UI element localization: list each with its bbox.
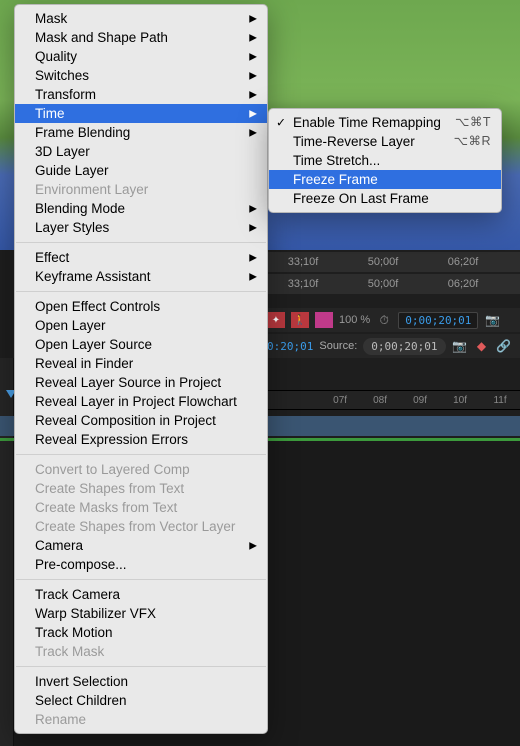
source-label: Source: [319, 340, 357, 352]
person-icon[interactable]: 🚶 [291, 312, 309, 328]
menu-guide-layer[interactable]: Guide Layer [15, 161, 267, 180]
menu-open-effect-controls[interactable]: Open Effect Controls [15, 297, 267, 316]
keyboard-shortcut: ⌥⌘T [455, 113, 491, 132]
submenu-time-stretch[interactable]: Time Stretch... [269, 151, 501, 170]
menu-blending-mode[interactable]: Blending Mode▶ [15, 199, 267, 218]
menu-effect[interactable]: Effect▶ [15, 248, 267, 267]
menu-reveal-in-finder[interactable]: Reveal in Finder [15, 354, 267, 373]
menu-open-layer-source[interactable]: Open Layer Source [15, 335, 267, 354]
menu-reveal-composition-in-project[interactable]: Reveal Composition in Project [15, 411, 267, 430]
menu-create-shapes-from-text: Create Shapes from Text [15, 479, 267, 498]
menu-time[interactable]: Time▶ [15, 104, 267, 123]
keyboard-shortcut: ⌥⌘R [454, 132, 491, 151]
submenu-arrow-icon: ▶ [249, 123, 257, 142]
submenu-freeze-on-last-frame[interactable]: Freeze On Last Frame [269, 189, 501, 208]
menu-mask-shape-path[interactable]: Mask and Shape Path▶ [15, 28, 267, 47]
frame-ruler[interactable]: 07f 08f 09f 10f 11f [263, 390, 520, 410]
menu-create-shapes-from-vector-layer: Create Shapes from Vector Layer [15, 517, 267, 536]
menu-separator [16, 666, 266, 667]
submenu-arrow-icon: ▶ [249, 267, 257, 286]
menu-environment-layer: Environment Layer [15, 180, 267, 199]
preview-toolbar: ✦ 🚶 100 % ⏱ 0;00;20;01 📷 [263, 308, 520, 332]
menu-camera[interactable]: Camera▶ [15, 536, 267, 555]
submenu-arrow-icon: ▶ [249, 104, 257, 123]
source-time[interactable]: 0;00;20;01 [363, 338, 445, 355]
submenu-arrow-icon: ▶ [249, 66, 257, 85]
menu-track-camera[interactable]: Track Camera [15, 585, 267, 604]
menu-pre-compose[interactable]: Pre-compose... [15, 555, 267, 574]
time-ruler-secondary: 33;10f 50;00f 06;20f [263, 274, 520, 294]
menu-track-mask: Track Mask [15, 642, 267, 661]
alpha-swatch[interactable] [315, 312, 333, 328]
menu-switches[interactable]: Switches▶ [15, 66, 267, 85]
snapshot-icon[interactable]: 📷 [452, 338, 468, 354]
ruler-tick: 09f [400, 395, 440, 406]
time-submenu: ✓ Enable Time Remapping ⌥⌘T Time-Reverse… [268, 108, 502, 213]
ruler-tick: 06;20f [423, 278, 503, 290]
submenu-arrow-icon: ▶ [249, 248, 257, 267]
ruler-tick: 33;10f [263, 278, 343, 290]
camera-icon[interactable]: 📷 [484, 312, 500, 328]
menu-quality[interactable]: Quality▶ [15, 47, 267, 66]
ruler-tick: 50;00f [343, 256, 423, 268]
submenu-arrow-icon: ▶ [249, 218, 257, 237]
menu-reveal-expression-errors[interactable]: Reveal Expression Errors [15, 430, 267, 449]
menu-convert-to-layered-comp: Convert to Layered Comp [15, 460, 267, 479]
menu-separator [16, 242, 266, 243]
menu-track-motion[interactable]: Track Motion [15, 623, 267, 642]
menu-separator [16, 454, 266, 455]
submenu-arrow-icon: ▶ [249, 536, 257, 555]
submenu-enable-time-remapping[interactable]: ✓ Enable Time Remapping ⌥⌘T [269, 113, 501, 132]
current-time[interactable]: 0:20;01 [267, 340, 313, 353]
mask-mode-icon[interactable]: ✦ [267, 312, 285, 328]
ruler-tick: 50;00f [343, 278, 423, 290]
submenu-arrow-icon: ▶ [249, 199, 257, 218]
menu-layer-styles[interactable]: Layer Styles▶ [15, 218, 267, 237]
submenu-arrow-icon: ▶ [249, 28, 257, 47]
check-icon: ✓ [276, 113, 286, 132]
layer-context-menu: Mask▶ Mask and Shape Path▶ Quality▶ Swit… [14, 4, 268, 734]
ruler-tick: 06;20f [423, 256, 503, 268]
menu-invert-selection[interactable]: Invert Selection [15, 672, 267, 691]
ruler-tick: 33;10f [263, 256, 343, 268]
ruler-tick: 10f [440, 395, 480, 406]
submenu-arrow-icon: ▶ [249, 85, 257, 104]
menu-separator [16, 579, 266, 580]
submenu-freeze-frame[interactable]: Freeze Frame [269, 170, 501, 189]
ruler-tick: 07f [320, 395, 360, 406]
clock-icon[interactable]: ⏱ [376, 312, 392, 328]
menu-frame-blending[interactable]: Frame Blending▶ [15, 123, 267, 142]
menu-mask[interactable]: Mask▶ [15, 9, 267, 28]
source-toolbar: 0:20;01 Source: 0;00;20;01 📷 ◆ 🔗 [263, 334, 520, 358]
link-icon[interactable]: 🔗 [496, 338, 512, 354]
submenu-arrow-icon: ▶ [249, 9, 257, 28]
submenu-time-reverse-layer[interactable]: Time-Reverse Layer ⌥⌘R [269, 132, 501, 151]
menu-reveal-layer-in-flowchart[interactable]: Reveal Layer in Project Flowchart [15, 392, 267, 411]
menu-3d-layer[interactable]: 3D Layer [15, 142, 267, 161]
zoom-value[interactable]: 100 % [339, 314, 370, 326]
ruler-tick: 11f [480, 395, 520, 406]
menu-open-layer[interactable]: Open Layer [15, 316, 267, 335]
submenu-arrow-icon: ▶ [249, 47, 257, 66]
ruler-tick: 08f [360, 395, 400, 406]
menu-warp-stabilizer-vfx[interactable]: Warp Stabilizer VFX [15, 604, 267, 623]
menu-create-masks-from-text: Create Masks from Text [15, 498, 267, 517]
menu-reveal-layer-source-in-project[interactable]: Reveal Layer Source in Project [15, 373, 267, 392]
menu-select-children[interactable]: Select Children [15, 691, 267, 710]
timecode-display[interactable]: 0;00;20;01 [398, 312, 478, 329]
menu-transform[interactable]: Transform▶ [15, 85, 267, 104]
time-ruler-top: 33;10f 50;00f 06;20f [263, 252, 520, 272]
menu-keyframe-assistant[interactable]: Keyframe Assistant▶ [15, 267, 267, 286]
color-channels-icon[interactable]: ◆ [474, 338, 490, 354]
menu-separator [16, 291, 266, 292]
menu-rename: Rename [15, 710, 267, 729]
